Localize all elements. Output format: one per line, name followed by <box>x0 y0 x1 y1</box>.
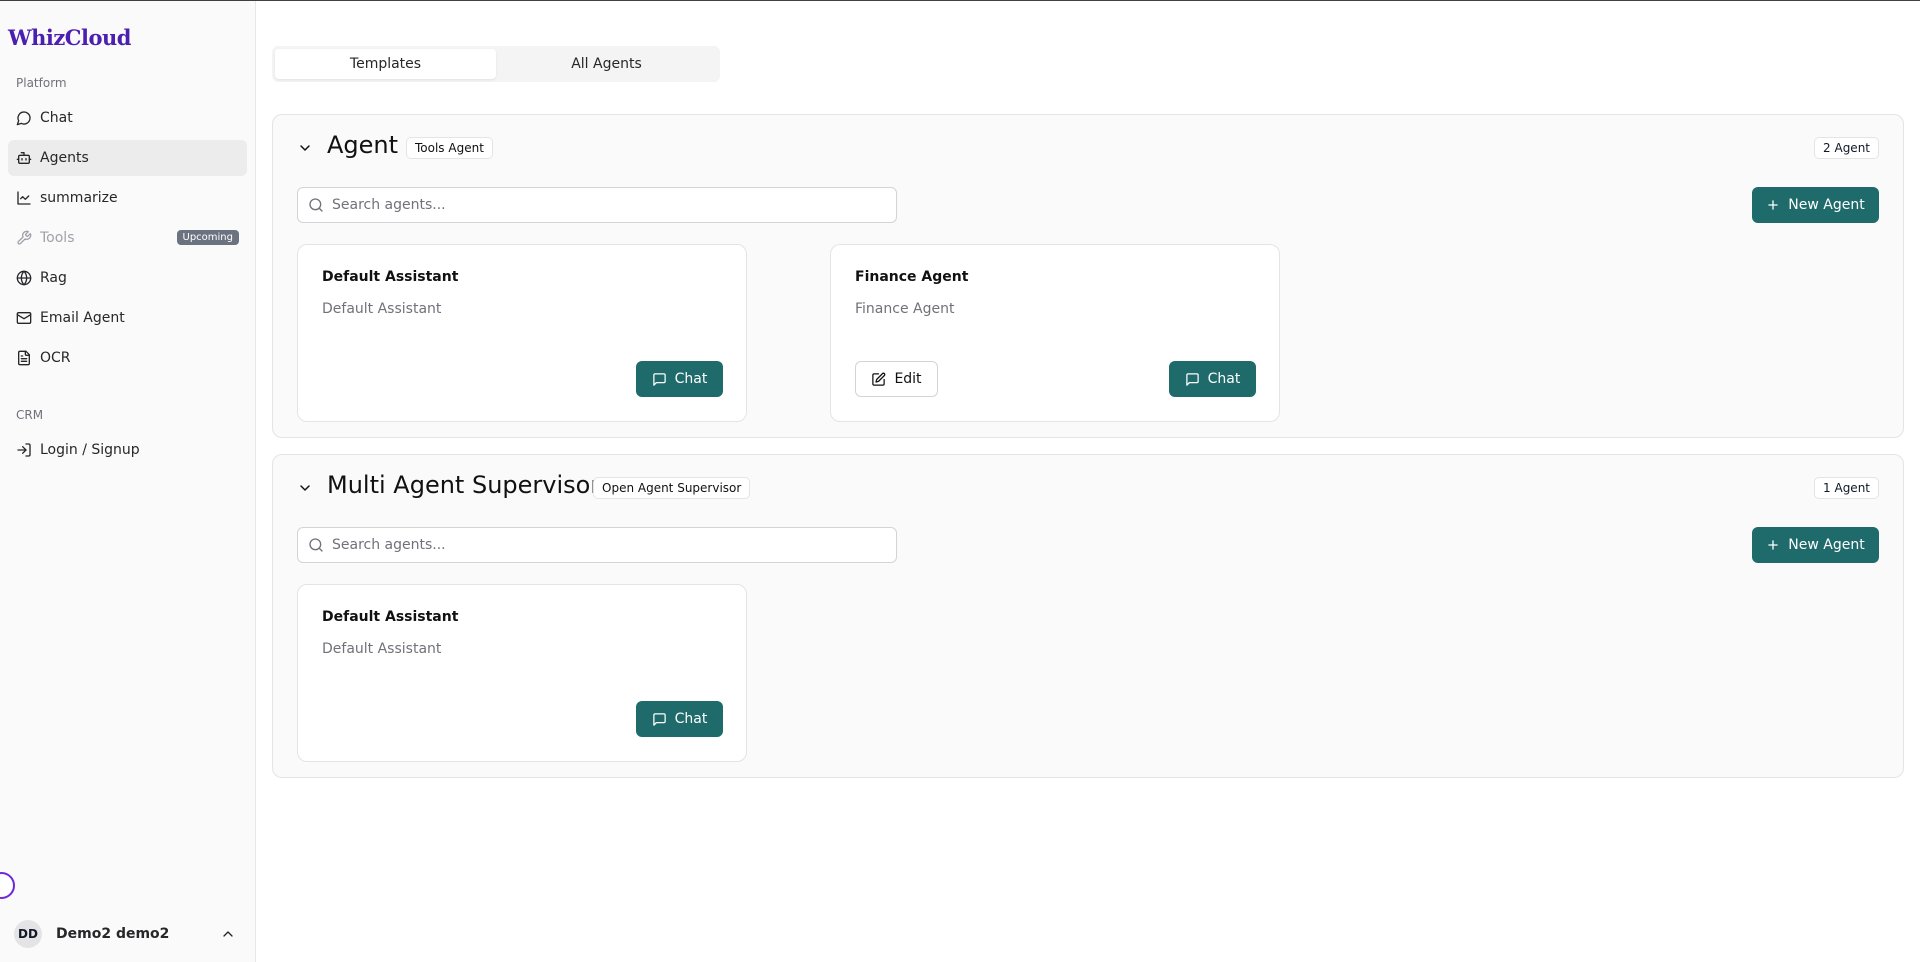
section-title: Multi Agent Supervisor <box>327 471 601 499</box>
sidebar-item-email-agent[interactable]: Email Agent <box>8 300 247 336</box>
floating-widget-button[interactable] <box>0 872 15 899</box>
sidebar-item-agents[interactable]: Agents <box>8 140 247 176</box>
section-type-badge: Open Agent Supervisor <box>593 477 751 499</box>
view-tabs: Templates All Agents <box>272 46 720 82</box>
card-title: Default Assistant <box>322 269 459 285</box>
sidebar-item-tools[interactable]: Tools Upcoming <box>8 220 247 256</box>
sidebar-item-label: Agents <box>40 150 89 166</box>
upcoming-badge: Upcoming <box>176 230 239 245</box>
section-title: Agent <box>327 131 399 159</box>
message-circle-icon <box>16 110 32 126</box>
sidebar-item-label: Rag <box>40 270 67 286</box>
globe-icon <box>16 270 32 286</box>
platform-group-label: Platform <box>16 76 67 90</box>
sidebar-item-label: OCR <box>40 350 71 366</box>
agent-section: Agent Tools Agent 2 Agent New Agent Defa… <box>272 114 1904 438</box>
wrench-icon <box>16 230 32 246</box>
sidebar-item-label: Tools <box>40 230 75 246</box>
agent-count-badge: 1 Agent <box>1814 477 1879 499</box>
tab-templates[interactable]: Templates <box>275 49 496 79</box>
card-title: Default Assistant <box>322 609 459 625</box>
multi-agent-supervisor-section: Multi Agent Supervisor Open Agent Superv… <box>272 454 1904 778</box>
edit-button[interactable]: Edit <box>855 361 938 397</box>
chat-button[interactable]: Chat <box>636 361 723 397</box>
search-input[interactable] <box>332 197 896 213</box>
search-field[interactable] <box>297 527 897 563</box>
file-text-icon <box>16 350 32 366</box>
sidebar-item-label: Chat <box>40 110 73 126</box>
tab-all-agents[interactable]: All Agents <box>496 49 717 79</box>
new-agent-button[interactable]: New Agent <box>1752 527 1879 563</box>
plus-icon <box>1768 540 1779 550</box>
sidebar: WhizCloud Platform Chat Agents summarize… <box>0 1 256 962</box>
new-agent-label: New Agent <box>1788 537 1865 553</box>
app-logo[interactable]: WhizCloud <box>8 25 131 50</box>
line-chart-icon <box>16 190 32 206</box>
sidebar-item-summarize[interactable]: summarize <box>8 180 247 216</box>
bot-icon <box>16 150 32 166</box>
user-menu[interactable]: DD Demo2 demo2 <box>14 918 244 950</box>
crm-group-label: CRM <box>16 408 44 422</box>
edit-label: Edit <box>894 371 922 387</box>
chevron-up-icon <box>223 931 233 937</box>
agent-count-badge: 2 Agent <box>1814 137 1879 159</box>
chat-label: Chat <box>674 711 708 727</box>
sidebar-item-label: Email Agent <box>40 310 125 326</box>
agent-card: Finance Agent Finance Agent Edit Chat <box>830 244 1280 422</box>
chevron-down-icon[interactable] <box>297 480 313 496</box>
search-input[interactable] <box>332 537 896 553</box>
new-agent-button[interactable]: New Agent <box>1752 187 1879 223</box>
card-description: Default Assistant <box>322 641 442 657</box>
sidebar-item-label: Login / Signup <box>40 442 140 458</box>
search-icon <box>309 198 323 212</box>
plus-icon <box>1768 200 1779 210</box>
user-name: Demo2 demo2 <box>56 926 170 942</box>
edit-icon <box>872 372 886 386</box>
search-field[interactable] <box>297 187 897 223</box>
message-square-icon <box>652 712 666 726</box>
log-in-icon <box>16 442 32 458</box>
avatar: DD <box>14 920 42 948</box>
search-icon <box>309 538 323 552</box>
sidebar-item-label: summarize <box>40 190 118 206</box>
card-description: Finance Agent <box>855 301 955 317</box>
sidebar-item-chat[interactable]: Chat <box>8 100 247 136</box>
message-square-icon <box>1185 372 1199 386</box>
chat-button[interactable]: Chat <box>636 701 723 737</box>
card-description: Default Assistant <box>322 301 442 317</box>
chat-label: Chat <box>1207 371 1241 387</box>
agent-card: Default Assistant Default Assistant Chat <box>297 244 747 422</box>
sidebar-item-rag[interactable]: Rag <box>8 260 247 296</box>
chat-label: Chat <box>674 371 708 387</box>
chat-button[interactable]: Chat <box>1169 361 1256 397</box>
sidebar-item-login-signup[interactable]: Login / Signup <box>8 432 247 468</box>
agent-card: Default Assistant Default Assistant Chat <box>297 584 747 762</box>
message-square-icon <box>652 372 666 386</box>
new-agent-label: New Agent <box>1788 197 1865 213</box>
chevron-down-icon[interactable] <box>297 140 313 156</box>
mail-icon <box>16 310 32 326</box>
sidebar-item-ocr[interactable]: OCR <box>8 340 247 376</box>
card-title: Finance Agent <box>855 269 969 285</box>
section-type-badge: Tools Agent <box>406 137 493 159</box>
